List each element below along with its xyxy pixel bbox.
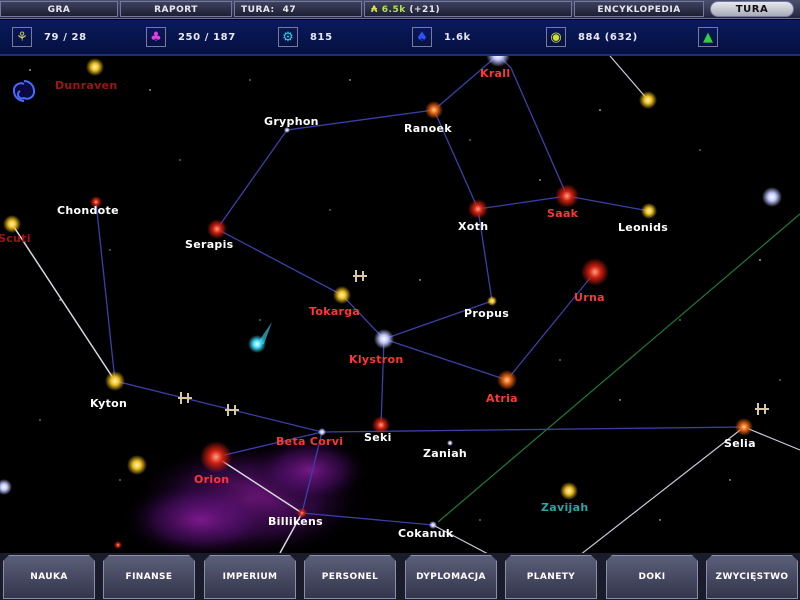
report-button[interactable]: RAPORT (120, 1, 232, 17)
resource-bar: ⚘ 79 / 28 ♣ 250 / 187 ⚙ 815 ♠ 1.6k ◉ 884… (0, 20, 800, 56)
resource-value: 79 / 28 (44, 31, 87, 43)
star-markers (0, 56, 782, 549)
system-label-billikens[interactable]: Billikens (268, 515, 323, 528)
system-label-urna[interactable]: Urna (574, 291, 605, 304)
resource-value: 1.6k (444, 31, 471, 43)
resource-population[interactable]: ♠ 1.6k (412, 25, 471, 49)
encyclopedia-button[interactable]: ENCYKLOPEDIA (574, 1, 704, 17)
starlane-layer (0, 56, 800, 553)
system-label-seki[interactable]: Seki (364, 431, 392, 444)
docks-button[interactable]: DOKI (606, 555, 698, 599)
resource-value: 250 / 187 (178, 31, 236, 43)
resource-food[interactable]: ⚘ 79 / 28 (12, 25, 87, 49)
game-menu-button[interactable]: GRA (0, 1, 118, 17)
treasury-display: ₳ 6.5k (+21) (364, 1, 572, 17)
system-label-leonids[interactable]: Leonids (618, 221, 668, 234)
system-label-propus[interactable]: Propus (464, 307, 509, 320)
system-label-xoth[interactable]: Xoth (458, 220, 488, 233)
victory-button[interactable]: ZWYCIĘSTWO (706, 555, 798, 599)
resource-approval[interactable]: ▲ (698, 25, 730, 49)
industry-icon: ♣ (146, 27, 166, 47)
diplomacy-button[interactable]: DYPLOMACJA (405, 555, 497, 599)
fleet-markers (178, 270, 769, 416)
system-label-gryphon[interactable]: Gryphon (264, 115, 319, 128)
planets-button[interactable]: PLANETY (505, 555, 597, 599)
galaxy-map[interactable]: Dunraven Krall Gryphon Ranoek Chondote S… (0, 56, 800, 553)
nebula-cloud (120, 435, 370, 553)
comet-icon (248, 322, 272, 353)
personnel-button[interactable]: PERSONEL (304, 555, 396, 599)
money-icon: ₳ (371, 5, 378, 15)
science-button[interactable]: NAUKA (3, 555, 95, 599)
system-label-tokarga[interactable]: Tokarga (309, 305, 360, 318)
resource-industry[interactable]: ♣ 250 / 187 (146, 25, 236, 49)
system-label-orion[interactable]: Orion (194, 473, 229, 486)
end-turn-button[interactable]: TURA (710, 1, 794, 17)
system-label-chondote[interactable]: Chondote (57, 204, 119, 217)
system-label-zaniah[interactable]: Zaniah (423, 447, 467, 460)
system-label-beta-corvi[interactable]: Beta Corvi (276, 435, 343, 448)
turn-label: TURA: (241, 5, 275, 15)
system-label-dunraven[interactable]: Dunraven (55, 79, 118, 92)
money-value: 6.5k (381, 5, 406, 15)
finance-button[interactable]: FINANSE (103, 555, 195, 599)
system-label-klystron[interactable]: Klystron (349, 353, 403, 366)
system-label-ranoek[interactable]: Ranoek (404, 122, 452, 135)
deep-space-lanes (432, 56, 800, 553)
system-label-kyton[interactable]: Kyton (90, 397, 127, 410)
bottom-menu-bar: NAUKA FINANSE IMPERIUM PERSONEL DYPLOMAC… (0, 553, 800, 600)
system-label-selia[interactable]: Selia (724, 437, 756, 450)
money-delta: (+21) (409, 5, 441, 15)
turn-value: 47 (282, 5, 297, 15)
system-label-serapis[interactable]: Serapis (185, 238, 234, 251)
resource-value: 815 (310, 31, 333, 43)
empire-button[interactable]: IMPERIUM (204, 555, 296, 599)
background-starfield (29, 69, 781, 521)
resource-research[interactable]: ⚙ 815 (278, 25, 333, 49)
food-icon: ⚘ (12, 27, 32, 47)
resource-value: 884 (632) (578, 31, 638, 43)
system-label-cokanuk[interactable]: Cokanuk (398, 527, 453, 540)
influence-icon: ◉ (546, 27, 566, 47)
wormhole-icon[interactable] (12, 80, 36, 102)
top-menu-bar: GRA RAPORT TURA: 47 ₳ 6.5k (+21) ENCYKLOPE… (0, 0, 800, 19)
system-label-atria[interactable]: Atria (486, 392, 518, 405)
approval-icon: ▲ (698, 27, 718, 47)
resource-influence[interactable]: ◉ 884 (632) (546, 25, 638, 49)
system-label-krall[interactable]: Krall (480, 67, 510, 80)
population-icon: ♠ (412, 27, 432, 47)
system-label-scuti[interactable]: Scuti (0, 232, 31, 245)
research-icon: ⚙ (278, 27, 298, 47)
system-label-zavijah[interactable]: Zavijah (541, 501, 588, 514)
system-label-saak[interactable]: Saak (547, 207, 578, 220)
turn-counter: TURA: 47 (234, 1, 362, 17)
